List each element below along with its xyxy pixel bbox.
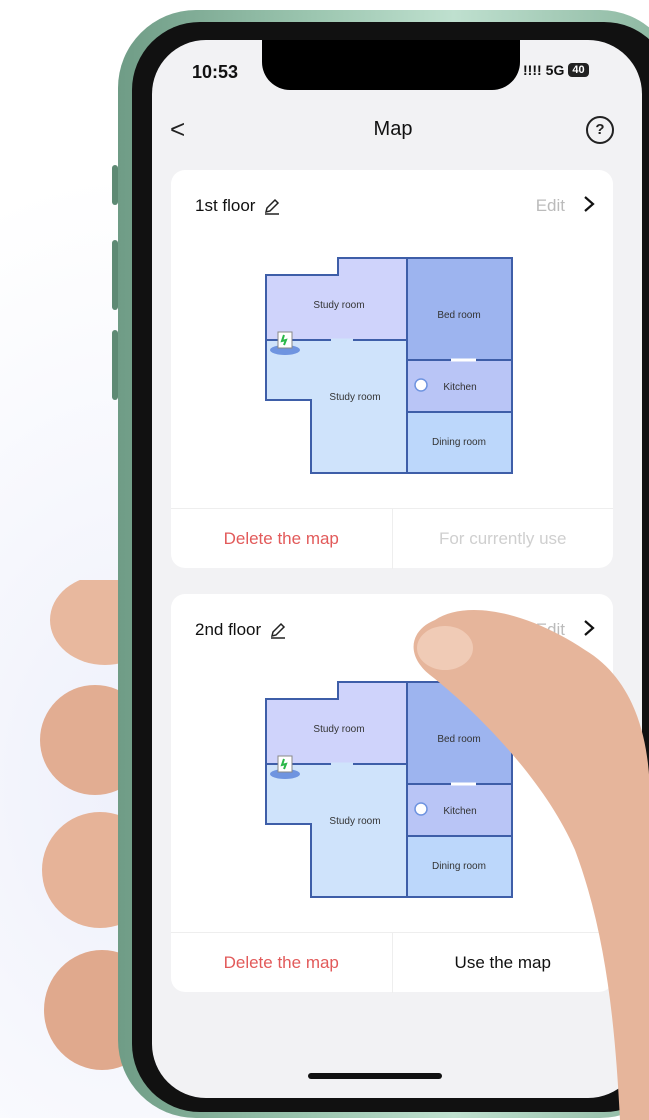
status-indicators: !!!! 5G 40 (523, 62, 589, 78)
floor-name: 2nd floor (195, 620, 262, 639)
floor-title-row[interactable]: 2nd floor (195, 620, 287, 640)
side-button (112, 165, 118, 205)
room-label: Bed room (437, 310, 480, 321)
back-button[interactable]: < (170, 114, 185, 145)
network-label: 5G (545, 62, 565, 78)
room-label: Study room (329, 816, 380, 827)
side-button (112, 240, 118, 310)
floor-map[interactable]: Study room Study room Bed room Kitchen D… (261, 255, 521, 485)
delete-map-button[interactable]: Delete the map (171, 933, 393, 993)
status-time: 10:53 (192, 62, 239, 82)
signal-icon: !!!! (523, 62, 542, 78)
room-label: Study room (313, 724, 364, 735)
pencil-icon[interactable] (269, 621, 287, 639)
help-icon[interactable]: ? (586, 116, 614, 144)
page-title: Map (373, 118, 413, 140)
delete-map-button[interactable]: Delete the map (171, 509, 393, 569)
room-label: Kitchen (443, 382, 476, 393)
battery-icon: 40 (568, 63, 589, 77)
notch (262, 40, 520, 90)
floor-title-row[interactable]: 1st floor (195, 196, 281, 216)
floor-card: 1st floor Edit Study room Study room Bed… (171, 170, 613, 569)
thumb (413, 610, 649, 1120)
current-use-button[interactable]: For currently use (393, 509, 614, 569)
chevron-right-icon[interactable] (581, 194, 597, 214)
edit-link[interactable]: Edit (536, 196, 565, 216)
side-button (112, 330, 118, 400)
card-footer: Delete the map For currently use (171, 508, 613, 569)
room-label: Dining room (432, 437, 486, 448)
room-label: Study room (313, 300, 364, 311)
room-label: Study room (329, 392, 380, 403)
floor-name: 1st floor (195, 196, 256, 215)
pencil-icon[interactable] (263, 197, 281, 215)
